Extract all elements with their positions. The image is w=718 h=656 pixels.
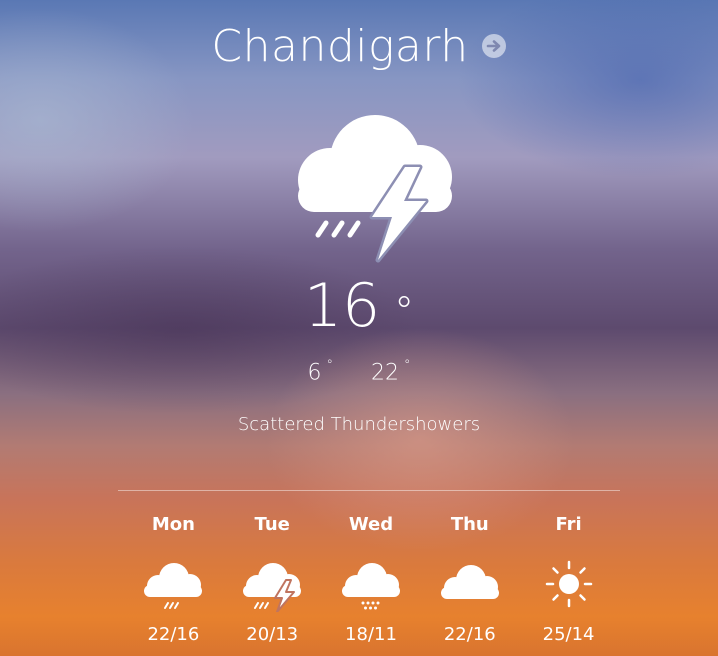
day-name: Tue	[254, 514, 290, 535]
sun-icon	[545, 560, 592, 608]
day-temperature-range: 18/11	[345, 624, 397, 645]
forecast-list: Mon 22/16 Tue 20/13 Wed 18/11 Thu 22/16 …	[124, 512, 618, 645]
day-temperature-range: 22/16	[443, 624, 496, 645]
cloud-snow-icon	[341, 563, 400, 610]
day-name: Fri	[555, 514, 582, 535]
cloud-rain-thunder-icon	[298, 115, 452, 263]
forecast-day-tue[interactable]: Tue 20/13	[223, 512, 322, 645]
forecast-day-mon[interactable]: Mon 22/16	[124, 512, 223, 645]
temperature-value: 16	[303, 271, 381, 341]
low-high-temperatures: 6 ° 22 °	[0, 358, 718, 386]
divider	[118, 490, 620, 491]
cloud-rain-thunder-icon	[243, 563, 302, 612]
location-header: Chandigarh	[0, 18, 718, 74]
day-temperature-range: 25/14	[542, 624, 595, 645]
high-temperature: 22 °	[371, 358, 411, 386]
cloud-rain-icon	[144, 563, 203, 609]
degree-symbol: °	[394, 289, 415, 335]
day-temperature-range: 22/16	[147, 624, 200, 645]
forecast-day-fri[interactable]: Fri 25/14	[519, 512, 618, 645]
arrow-right-circle-icon[interactable]	[481, 33, 507, 59]
current-temperature: 16 °	[0, 268, 718, 344]
day-name: Mon	[151, 514, 195, 535]
forecast-day-thu[interactable]: Thu 22/16	[420, 512, 519, 645]
day-name: Thu	[450, 514, 489, 535]
day-name: Wed	[348, 514, 394, 535]
city-name: Chandigarh	[211, 20, 469, 72]
low-temperature: 6 °	[307, 358, 334, 386]
day-temperature-range: 20/13	[246, 624, 299, 645]
cloud-icon	[440, 565, 499, 599]
weather-condition: Scattered Thundershowers	[237, 414, 481, 435]
forecast-day-wed[interactable]: Wed 18/11	[322, 512, 421, 645]
